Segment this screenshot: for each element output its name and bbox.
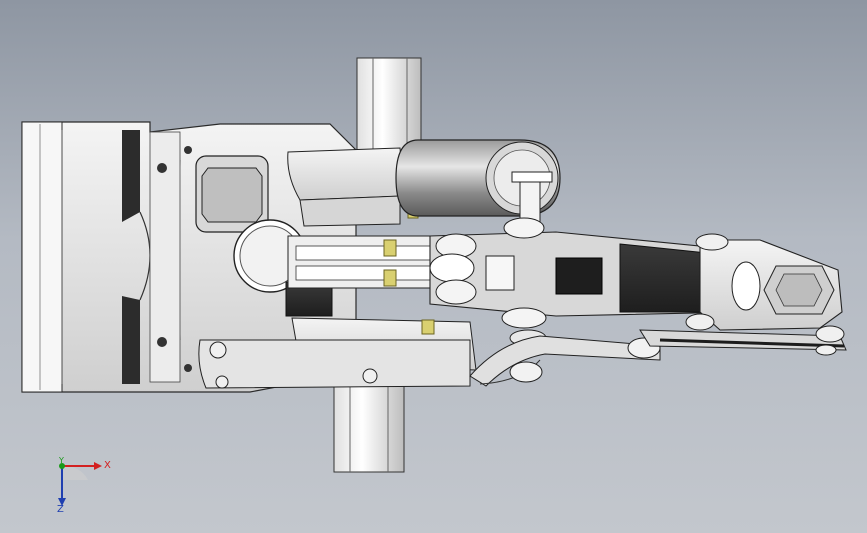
motor-cylinder[interactable] [395, 139, 561, 225]
axis-z-label: Z [57, 504, 64, 515]
square-port [195, 155, 269, 233]
axis-x-label: X [104, 460, 111, 471]
bottom-cross-shaft[interactable] [333, 379, 405, 473]
upper-link-plate[interactable] [287, 147, 405, 227]
triad-axes-icon [58, 462, 102, 506]
reference-triad: X Y Z [44, 450, 124, 520]
gripper-assembly-model[interactable] [0, 0, 867, 533]
curved-link[interactable] [469, 335, 661, 387]
link-bar[interactable] [639, 325, 847, 356]
axis-y-label: Y [59, 456, 64, 465]
jaw-arm[interactable] [429, 231, 743, 317]
gripper-finger[interactable] [685, 233, 843, 331]
graphics-viewport[interactable]: X Y Z [0, 0, 867, 533]
